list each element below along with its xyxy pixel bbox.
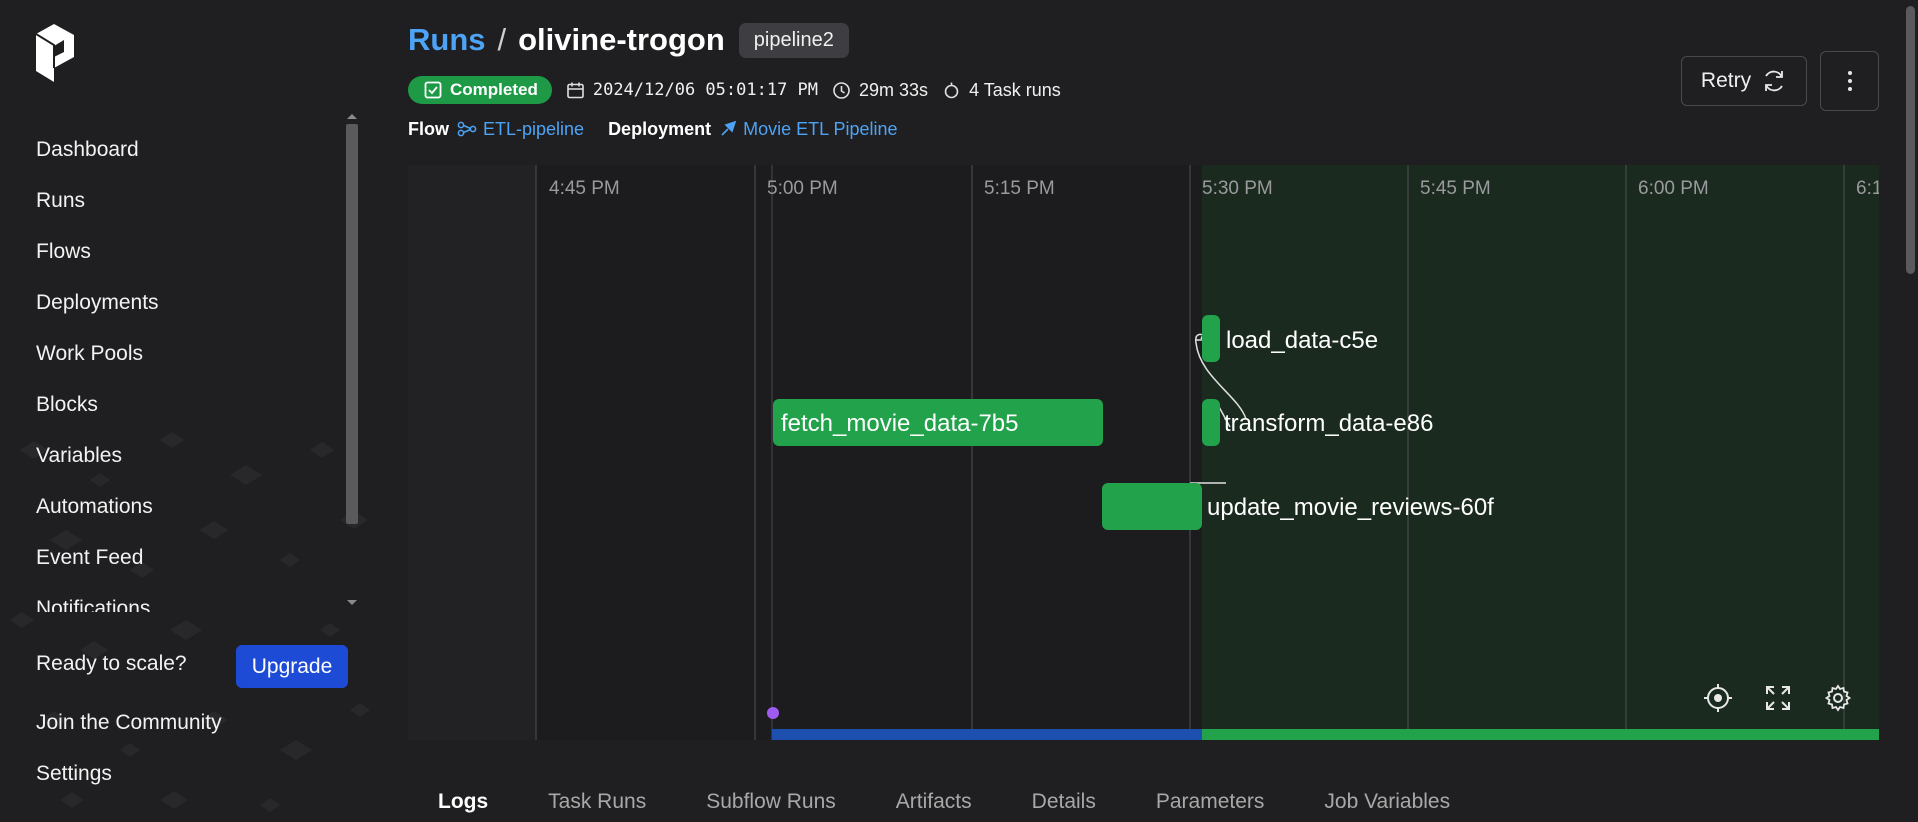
recenter-icon[interactable]: [1703, 683, 1733, 713]
timeline-graph[interactable]: 4:45 PM 5:00 PM 5:15 PM 5:30 PM 5:45 PM …: [408, 165, 1879, 740]
sidebar-item-automations[interactable]: Automations: [0, 481, 340, 532]
sidebar-item-deployments[interactable]: Deployments: [0, 277, 340, 328]
start-time: 2024/12/06 05:01:17 PM: [566, 80, 818, 100]
upgrade-button[interactable]: Upgrade: [236, 645, 348, 688]
sidebar-item-runs[interactable]: Runs: [0, 175, 340, 226]
time-label-615: 6:1: [1856, 178, 1879, 199]
retry-label: Retry: [1700, 69, 1752, 92]
time-label-545: 5:45 PM: [1420, 178, 1491, 199]
ready-to-scale-text: Ready to scale?: [36, 652, 187, 675]
time-label-530: 5:30 PM: [1202, 178, 1273, 199]
tab-task-runs[interactable]: Task Runs: [548, 788, 646, 822]
sidebar-item-notifications[interactable]: Notifications: [0, 583, 340, 612]
page-title: olivine-trogon: [518, 22, 725, 57]
task-label-fetch-movie-data[interactable]: fetch_movie_data-7b5: [781, 410, 1019, 437]
run-meta: Completed 2024/12/06 05:01:17 PM 29m 33s…: [408, 76, 1061, 104]
task-label-transform-data[interactable]: transform_data-e86: [1224, 410, 1433, 437]
timeline-margin-area: [408, 165, 536, 740]
clock-icon: [833, 81, 850, 99]
flow-icon: [457, 121, 477, 137]
vertical-ellipsis-icon: [1847, 71, 1852, 91]
task-bar-update-movie-reviews[interactable]: [1102, 483, 1202, 530]
retry-button[interactable]: Retry: [1681, 56, 1807, 106]
sidebar-nav: Dashboard Runs Flows Deployments Work Po…: [0, 124, 340, 612]
nav-scrollbar-thumb[interactable]: [346, 124, 358, 524]
sidebar-item-flows[interactable]: Flows: [0, 226, 340, 277]
breadcrumb-runs-link[interactable]: Runs: [408, 22, 486, 58]
task-runs-value: 4 Task runs: [969, 79, 1061, 100]
sidebar: Dashboard Runs Flows Deployments Work Po…: [0, 0, 370, 822]
time-label-600: 6:00 PM: [1638, 178, 1709, 199]
run-tabs: Logs Task Runs Subflow Runs Artifacts De…: [408, 788, 1450, 822]
sidebar-item-work-pools[interactable]: Work Pools: [0, 328, 340, 379]
join-community-link[interactable]: Join the Community: [36, 711, 222, 735]
flow-name: ETL-pipeline: [483, 118, 585, 139]
task-runs-count: 4 Task runs: [942, 80, 1061, 101]
run-progress-band: [772, 729, 1202, 740]
event-marker[interactable]: [767, 707, 779, 719]
task-label-update-movie-reviews[interactable]: update_movie_reviews-60f: [1207, 494, 1494, 521]
run-timeline[interactable]: 4:45 PM 5:00 PM 5:15 PM 5:30 PM 5:45 PM …: [408, 165, 1879, 740]
run-completed-band: [1202, 729, 1879, 740]
app-root: Dashboard Runs Flows Deployments Work Po…: [0, 0, 1918, 822]
page-scrollbar-thumb[interactable]: [1906, 6, 1915, 274]
time-label-445: 4:45 PM: [549, 178, 620, 199]
duration-value: 29m 33s: [859, 79, 929, 100]
sidebar-item-dashboard[interactable]: Dashboard: [0, 124, 340, 175]
fullscreen-icon[interactable]: [1763, 683, 1793, 713]
nav-scroll-up-arrow[interactable]: [347, 114, 357, 119]
tab-details[interactable]: Details: [1032, 788, 1096, 822]
sidebar-item-blocks[interactable]: Blocks: [0, 379, 340, 430]
refresh-icon: [1765, 70, 1783, 92]
settings-link[interactable]: Settings: [36, 762, 112, 786]
tab-subflow-runs[interactable]: Subflow Runs: [706, 788, 836, 822]
tab-artifacts[interactable]: Artifacts: [896, 788, 972, 822]
run-tag[interactable]: pipeline2: [738, 22, 849, 58]
flow-deployment-line: Flow ETL-pipeline Deployment Movie ETL P…: [408, 118, 898, 140]
breadcrumb: Runs / olivine-trogon pipeline2: [408, 22, 849, 58]
task-bar-transform-data[interactable]: [1202, 399, 1220, 446]
nav-scroll-down-arrow[interactable]: [347, 600, 357, 605]
tab-logs[interactable]: Logs: [408, 788, 488, 822]
tab-parameters[interactable]: Parameters: [1156, 788, 1265, 822]
prefect-logo[interactable]: [36, 24, 76, 82]
rocket-icon: [721, 120, 737, 136]
tab-job-variables[interactable]: Job Variables: [1324, 788, 1450, 822]
more-options-button[interactable]: [1820, 51, 1879, 111]
duration: 29m 33s: [832, 80, 928, 101]
timeline-future-region: [1202, 165, 1879, 740]
deployment-link[interactable]: Movie ETL Pipeline: [719, 118, 898, 140]
calendar-icon: [567, 82, 584, 98]
task-run-icon: [944, 82, 959, 98]
breadcrumb-separator: /: [497, 22, 507, 57]
sidebar-item-event-feed[interactable]: Event Feed: [0, 532, 340, 583]
task-label-load-data[interactable]: load_data-c5e: [1226, 327, 1378, 354]
deployment-label: Deployment: [608, 118, 712, 139]
start-time-value: 2024/12/06 05:01:17 PM: [592, 80, 819, 100]
flow-label: Flow: [408, 118, 449, 139]
status-badge: Completed: [408, 76, 552, 104]
time-label-500: 5:00 PM: [767, 178, 838, 199]
time-label-515: 5:15 PM: [984, 178, 1055, 199]
check-square-icon: [424, 81, 442, 99]
gear-icon[interactable]: [1823, 683, 1853, 713]
flow-link[interactable]: ETL-pipeline: [457, 119, 584, 140]
sidebar-item-variables[interactable]: Variables: [0, 430, 340, 481]
status-label: Completed: [450, 80, 538, 99]
task-bar-load-data[interactable]: [1202, 315, 1220, 362]
deployment-name: Movie ETL Pipeline: [743, 118, 898, 139]
